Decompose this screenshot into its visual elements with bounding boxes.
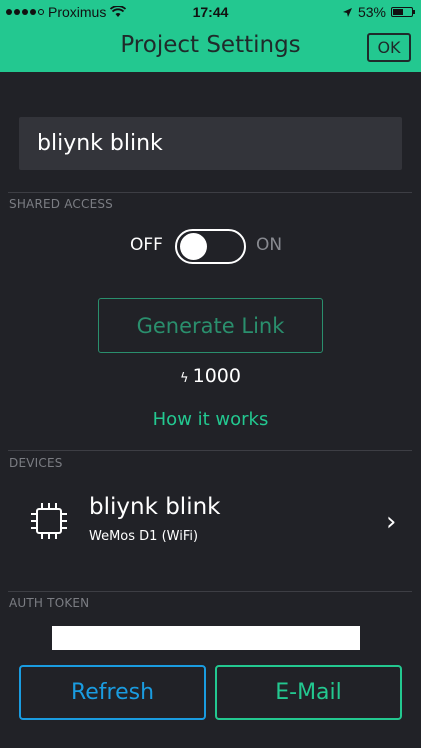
- page-title: Project Settings: [120, 32, 301, 58]
- lightning-icon: ϟ: [180, 371, 189, 386]
- status-right: 53%: [342, 4, 415, 20]
- energy-cost: ϟ 1000: [0, 365, 421, 387]
- toggle-off-label: OFF: [130, 235, 163, 255]
- divider: [8, 591, 412, 592]
- toggle-on-label: ON: [256, 235, 283, 255]
- device-model: WeMos D1 (WiFi): [89, 529, 199, 544]
- auth-token-value[interactable]: [52, 626, 360, 650]
- shared-access-toggle[interactable]: [175, 229, 246, 264]
- how-it-works-link[interactable]: How it works: [0, 409, 421, 430]
- device-name: bliynk blink: [89, 494, 221, 520]
- chevron-right-icon: ›: [386, 507, 397, 537]
- app-header: Project Settings OK: [0, 24, 421, 72]
- location-arrow-icon: [342, 7, 352, 17]
- divider: [8, 450, 412, 451]
- battery-percent: 53%: [357, 4, 386, 20]
- divider: [8, 192, 412, 193]
- email-button[interactable]: E-Mail: [215, 665, 402, 720]
- shared-access-toggle-row: OFF ON: [0, 228, 421, 264]
- generate-link-button[interactable]: Generate Link: [98, 298, 323, 353]
- refresh-button[interactable]: Refresh: [19, 665, 206, 720]
- device-list-item[interactable]: bliynk blink WeMos D1 (WiFi) ›: [0, 482, 421, 568]
- auth-token-label: AUTH TOKEN: [9, 596, 90, 610]
- project-name-input[interactable]: bliynk blink: [19, 117, 402, 170]
- status-bar: Proximus 17:44 53%: [0, 0, 421, 24]
- chip-icon: [31, 503, 67, 539]
- ok-button[interactable]: OK: [367, 33, 411, 62]
- toggle-knob: [180, 233, 207, 260]
- battery-icon: [391, 7, 415, 17]
- devices-label: DEVICES: [9, 456, 63, 470]
- shared-access-label: SHARED ACCESS: [9, 197, 113, 211]
- energy-value: 1000: [192, 365, 241, 387]
